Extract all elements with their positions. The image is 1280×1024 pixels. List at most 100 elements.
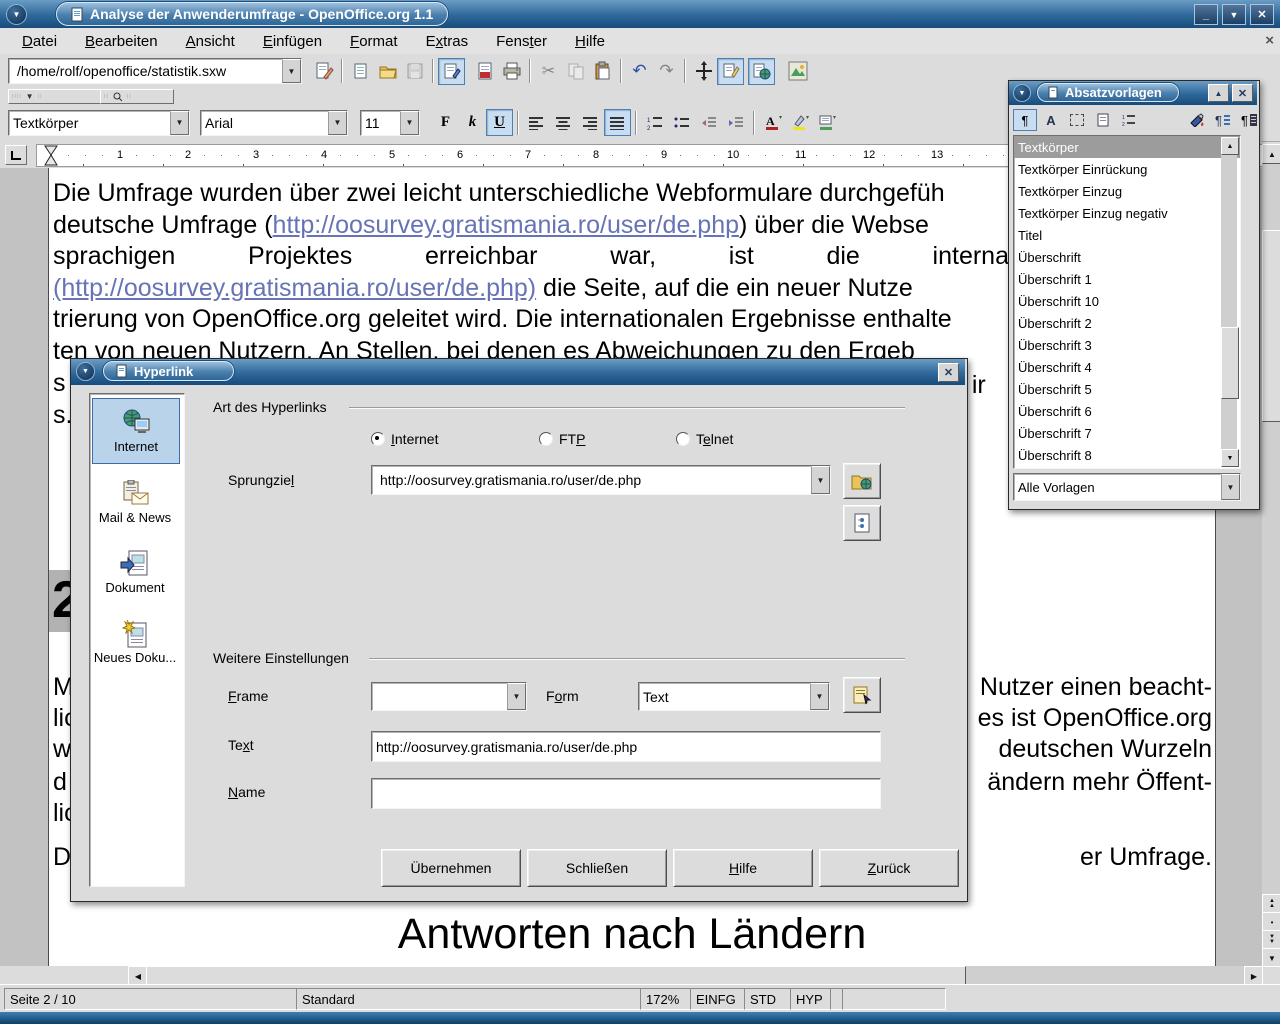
form-dropdown-button[interactable]: ▼ xyxy=(810,683,829,710)
font-color-button[interactable]: A xyxy=(759,109,786,136)
menu-extras[interactable]: Extras xyxy=(414,31,481,52)
increase-indent-button[interactable] xyxy=(722,109,749,136)
close-button[interactable]: ✕ xyxy=(1250,4,1274,25)
style-list-item[interactable]: Überschrift 5 xyxy=(1014,378,1240,400)
style-filter-combobox[interactable]: Alle Vorlagen ▼ xyxy=(1013,473,1241,501)
status-insert-mode[interactable]: EINFG xyxy=(690,988,750,1010)
horizontal-scroll-thumb[interactable] xyxy=(146,966,966,986)
dialog-close-button[interactable]: ✕ xyxy=(938,363,959,382)
navigator-button[interactable] xyxy=(690,58,717,85)
vertical-scrollbar[interactable]: ▲ ▲▲ • ▼▼ ▼ xyxy=(1262,144,1280,966)
copy-button[interactable] xyxy=(562,58,589,85)
frame-dropdown-button[interactable]: ▼ xyxy=(507,683,526,710)
target-in-document-button[interactable] xyxy=(843,505,881,541)
url-dropdown-button[interactable]: ▼ xyxy=(282,59,301,83)
hilfe-button[interactable]: Hilfe xyxy=(673,849,813,887)
previous-page-button[interactable]: ▲▲ xyxy=(1262,894,1280,914)
page-styles-button[interactable] xyxy=(1091,109,1115,131)
open-document-button[interactable] xyxy=(374,58,401,85)
maximize-button[interactable]: ▼ xyxy=(1222,4,1246,25)
list-scroll-thumb[interactable] xyxy=(1221,327,1239,399)
name-fieldbox[interactable] xyxy=(371,778,881,809)
paragraph-styles-button[interactable]: ¶ xyxy=(1013,109,1037,131)
style-list-item[interactable]: Überschrift 7 xyxy=(1014,422,1240,444)
scroll-left-button[interactable]: ◀ xyxy=(128,966,148,986)
indent-marker-icon[interactable] xyxy=(43,145,59,166)
url-input[interactable] xyxy=(13,61,278,81)
sidebar-item-mail-news[interactable]: Mail & News xyxy=(92,470,178,534)
minimize-button[interactable]: _ xyxy=(1194,4,1218,25)
sprungziel-dropdown-button[interactable]: ▼ xyxy=(811,466,830,494)
list-scroll-down-button[interactable]: ▼ xyxy=(1221,449,1239,467)
numbering-styles-button[interactable]: 12 xyxy=(1117,109,1141,131)
undo-button[interactable]: ↶ xyxy=(626,58,653,85)
form-events-button[interactable] xyxy=(843,677,881,713)
stylist-titlebar[interactable]: ▼ Absatzvorlagen ▲ ✕ xyxy=(1009,81,1257,105)
edit-file-button[interactable] xyxy=(310,58,337,85)
font-size-combobox[interactable]: 11 ▼ xyxy=(360,110,420,136)
hyperlink-text[interactable]: (http://oosurvey.gratismania.ro/user/de.… xyxy=(53,274,536,302)
zurueck-button[interactable]: Zurück xyxy=(819,849,959,887)
uebernehmen-button[interactable]: Übernehmen xyxy=(381,849,521,887)
frame-styles-button[interactable] xyxy=(1065,109,1089,131)
style-list[interactable]: Textkörper Textkörper Einrückung Textkör… xyxy=(1013,135,1241,469)
list-scroll-up-button[interactable]: ▲ xyxy=(1221,137,1239,155)
stylist-close-button[interactable]: ✕ xyxy=(1232,84,1253,102)
horizontal-scrollbar[interactable]: ◀ ▶ xyxy=(128,966,1262,984)
align-left-button[interactable] xyxy=(523,109,550,136)
new-document-button[interactable] xyxy=(347,58,374,85)
new-style-from-selection-button[interactable]: ¶ xyxy=(1211,109,1235,131)
status-page-style[interactable]: Standard xyxy=(296,988,646,1010)
dialog-menu-button[interactable]: ▼ xyxy=(76,362,95,381)
style-dropdown-button[interactable]: ▼ xyxy=(170,111,189,135)
style-list-item[interactable]: Überschrift 10 xyxy=(1014,290,1240,312)
paste-button[interactable] xyxy=(589,58,616,85)
menu-einfuegen[interactable]: Einfügen xyxy=(251,31,334,52)
radio-ftp[interactable]: FTP xyxy=(539,431,585,447)
frame-combobox[interactable]: ▼ xyxy=(371,682,527,711)
fill-format-mode-button[interactable] xyxy=(1185,109,1209,131)
export-pdf-button[interactable] xyxy=(471,58,498,85)
font-dropdown-button[interactable]: ▼ xyxy=(328,111,347,135)
sidebar-item-dokument[interactable]: Dokument xyxy=(92,540,178,604)
next-page-button[interactable]: ▼▼ xyxy=(1262,930,1280,950)
vertical-scroll-thumb[interactable] xyxy=(1262,230,1280,422)
highlighting-button[interactable] xyxy=(786,109,813,136)
menu-fenster[interactable]: Fenster xyxy=(484,31,559,52)
character-styles-button[interactable]: A xyxy=(1039,109,1063,131)
scroll-right-button[interactable]: ▶ xyxy=(1244,966,1264,986)
status-zoom[interactable]: 172% xyxy=(640,988,696,1010)
align-right-button[interactable] xyxy=(577,109,604,136)
print-button[interactable] xyxy=(498,58,525,85)
style-list-item[interactable]: Überschrift 2 xyxy=(1014,312,1240,334)
gallery-button[interactable] xyxy=(783,57,812,86)
radio-telnet[interactable]: Telnet xyxy=(676,431,733,447)
menu-bearbeiten[interactable]: Bearbeiten xyxy=(73,31,170,52)
italic-button[interactable]: k xyxy=(459,109,486,136)
name-input[interactable] xyxy=(372,779,888,808)
edit-mode-button[interactable] xyxy=(438,58,465,85)
form-combobox[interactable]: Text ▼ xyxy=(638,682,830,711)
sprungziel-input[interactable] xyxy=(376,468,807,492)
style-list-item[interactable]: Textkörper Einzug xyxy=(1014,180,1240,202)
font-name-combobox[interactable]: Arial ▼ xyxy=(200,110,348,136)
schliessen-button[interactable]: Schließen xyxy=(527,849,667,887)
underline-button[interactable]: U xyxy=(486,109,513,136)
close-document-button[interactable]: × xyxy=(1265,32,1274,49)
style-list-item[interactable]: Titel xyxy=(1014,224,1240,246)
style-list-item[interactable]: Textkörper Einrückung xyxy=(1014,158,1240,180)
browse-web-button[interactable] xyxy=(843,463,881,499)
stylist-button[interactable] xyxy=(717,58,744,85)
style-list-item[interactable]: Überschrift 3 xyxy=(1014,334,1240,356)
update-style-button[interactable]: ¶ xyxy=(1237,109,1261,131)
window-menu-button[interactable]: ▼ xyxy=(6,4,27,25)
align-center-button[interactable] xyxy=(550,109,577,136)
collapsed-toolbar-stub-2[interactable]: ∷ ∷ xyxy=(100,89,174,104)
style-list-scrollbar[interactable]: ▲ ▼ xyxy=(1221,137,1237,465)
url-combobox[interactable]: ▼ xyxy=(8,58,302,84)
style-list-item[interactable]: Überschrift 6 xyxy=(1014,400,1240,422)
bold-button[interactable]: F xyxy=(432,109,459,136)
menu-hilfe[interactable]: Hilfe xyxy=(563,31,617,52)
stylist-menu-button[interactable]: ▼ xyxy=(1013,84,1031,102)
collapsed-toolbar-stub-1[interactable]: ∷∷ ▼ ∷ xyxy=(8,89,104,104)
